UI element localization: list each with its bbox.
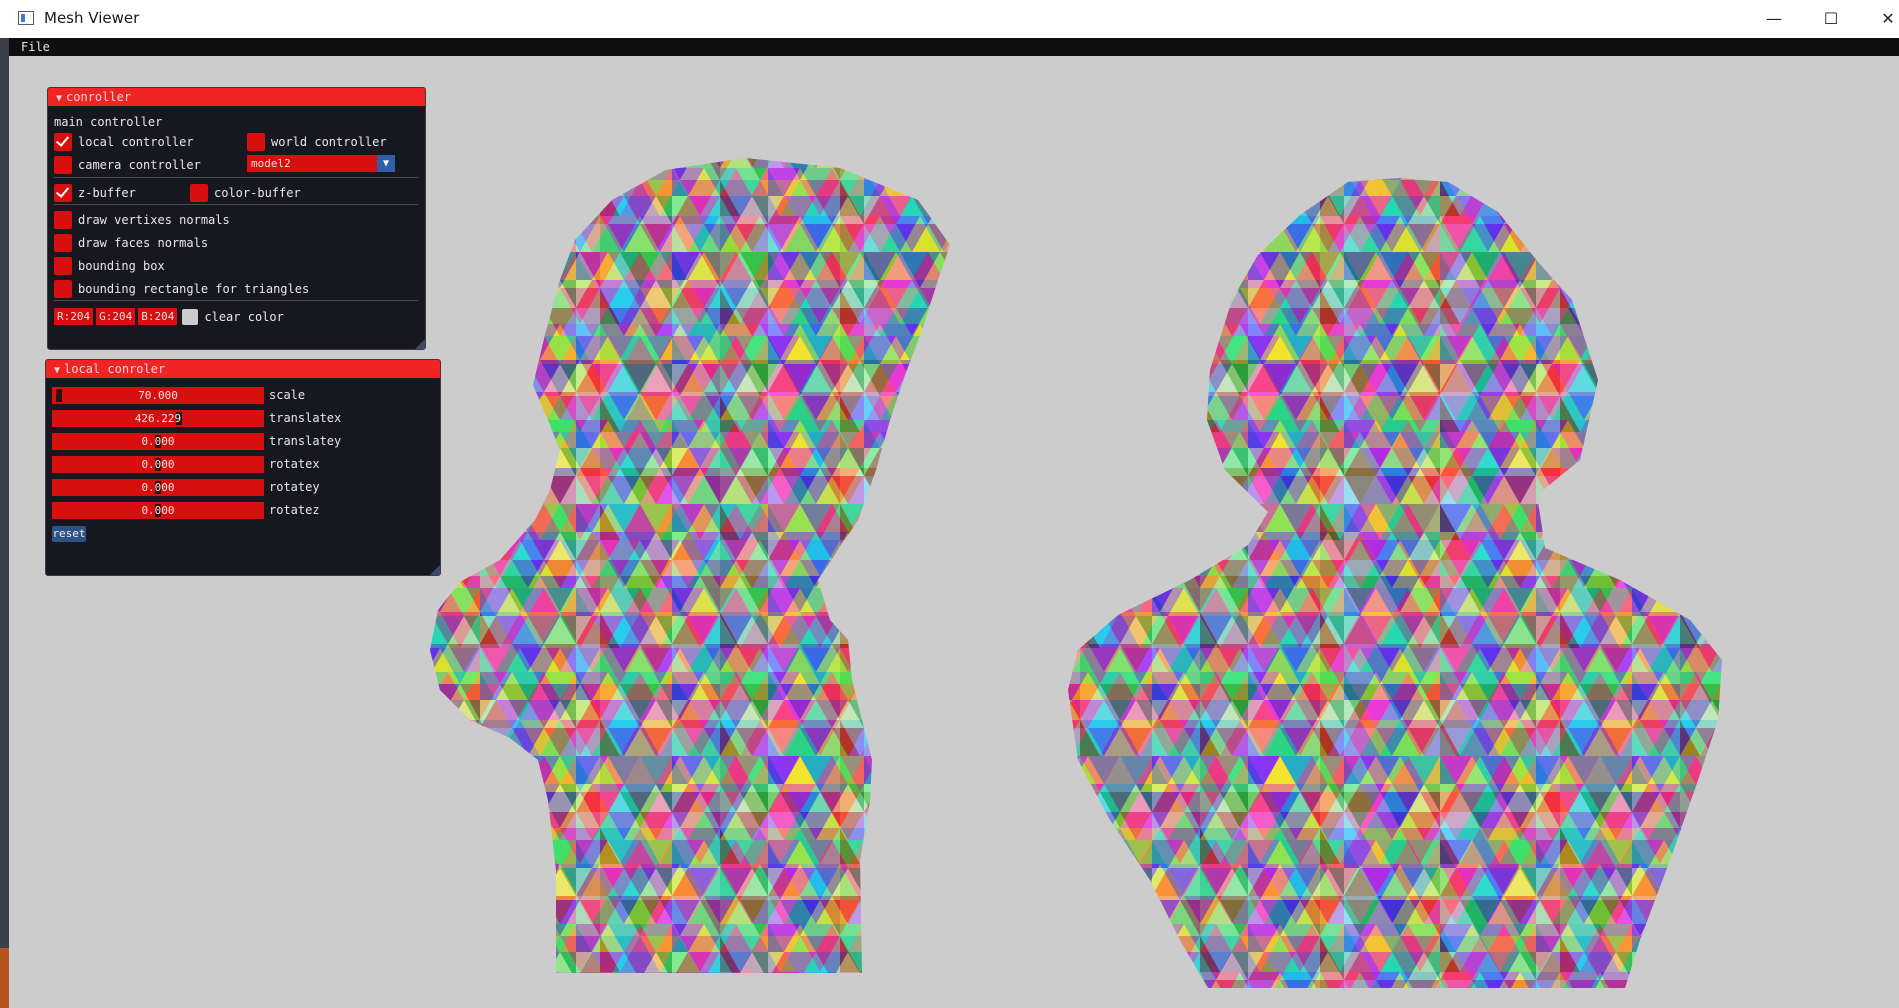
local-controller-checkbox[interactable] (54, 132, 72, 151)
model-select-value: model2 (251, 157, 291, 170)
reset-button[interactable]: reset (52, 526, 86, 542)
draw-vertex-normals-label: draw vertixes normals (78, 212, 230, 227)
bounding-box-option[interactable]: bounding box (54, 255, 165, 275)
local-controller-label: local controller (78, 134, 194, 149)
camera-controller-option[interactable]: camera controller (54, 154, 201, 174)
draw-face-normals-label: draw faces normals (78, 235, 209, 250)
color-buffer-checkbox[interactable] (190, 183, 208, 202)
resize-grip-icon[interactable] (415, 339, 425, 349)
clear-color-label: clear color (204, 309, 284, 324)
clear-color-g-field[interactable]: G:204 (96, 308, 136, 325)
rotatex-value: 0.000 (141, 458, 175, 471)
camera-controller-label: camera controller (78, 157, 201, 172)
separator (54, 204, 418, 205)
separator (54, 177, 418, 178)
rotatez-slider[interactable]: 0.000 (52, 502, 264, 519)
bounding-box-label: bounding box (78, 258, 165, 273)
world-controller-label: world controller (271, 134, 387, 149)
local-panel-title: local conroler (64, 362, 166, 376)
z-buffer-label: z-buffer (78, 185, 136, 200)
rotatex-slider[interactable]: 0.000 (52, 456, 264, 473)
translatey-slider[interactable]: 0.000 (52, 433, 264, 450)
controller-panel-title: conroller (66, 90, 132, 104)
local-controller-panel: ▼ local conroler 70.000 scale 426.229 tra… (45, 359, 441, 576)
scale-value: 70.000 (138, 389, 178, 402)
resize-grip-icon[interactable] (430, 565, 440, 575)
world-controller-option[interactable]: world controller (247, 131, 387, 151)
clear-color-b-field[interactable]: B:204 (138, 308, 178, 325)
collapse-arrow-icon[interactable]: ▼ (56, 93, 62, 104)
translatex-label: translatex (269, 411, 342, 425)
collapse-arrow-icon[interactable]: ▼ (54, 365, 60, 376)
color-buffer-option[interactable]: color-buffer (190, 182, 301, 202)
rotatex-label: rotatex (269, 457, 320, 471)
draw-face-normals-checkbox[interactable] (54, 233, 72, 252)
bounding-rect-label: bounding rectangle for triangles (78, 281, 310, 296)
local-controller-option[interactable]: local controller (54, 131, 194, 151)
rotatey-slider[interactable]: 0.000 (52, 479, 264, 496)
color-buffer-label: color-buffer (214, 185, 301, 200)
clear-color-swatch[interactable] (182, 308, 199, 325)
translatex-slider[interactable]: 426.229 (52, 410, 264, 427)
rotatey-value: 0.000 (141, 481, 175, 494)
model-select[interactable]: model2 ▼ (247, 155, 395, 172)
controller-panel: ▼ conroller main controller local control… (47, 87, 426, 350)
dropdown-arrow-icon[interactable]: ▼ (377, 155, 395, 172)
separator (54, 300, 418, 301)
side-view-mesh (430, 158, 950, 973)
bounding-rect-option[interactable]: bounding rectangle for triangles (54, 278, 309, 298)
z-buffer-checkbox[interactable] (54, 183, 72, 202)
scale-slider[interactable]: 70.000 (52, 387, 264, 404)
translatey-value: 0.000 (141, 435, 175, 448)
bounding-rect-checkbox[interactable] (54, 279, 72, 298)
rotatez-label: rotatez (269, 503, 320, 517)
translatey-label: translatey (269, 434, 342, 448)
front-view-mesh (1068, 178, 1722, 988)
scale-label: scale (269, 388, 306, 402)
world-controller-checkbox[interactable] (247, 132, 265, 151)
clear-color-r-field[interactable]: R:204 (54, 308, 94, 325)
bounding-box-checkbox[interactable] (54, 256, 72, 275)
camera-controller-checkbox[interactable] (54, 155, 72, 174)
controller-panel-header[interactable]: ▼ conroller (48, 88, 425, 106)
translatex-value: 426.229 (134, 412, 182, 425)
rotatez-value: 0.000 (141, 504, 175, 517)
z-buffer-option[interactable]: z-buffer (54, 182, 136, 202)
draw-face-normals-option[interactable]: draw faces normals (54, 232, 208, 252)
main-controller-label: main controller (54, 115, 163, 129)
rotatey-label: rotatey (269, 480, 320, 494)
local-panel-header[interactable]: ▼ local conroler (46, 360, 440, 378)
clear-color-row: R:204 G:204 B:204 clear color (54, 306, 284, 326)
draw-vertex-normals-option[interactable]: draw vertixes normals (54, 209, 230, 229)
draw-vertex-normals-checkbox[interactable] (54, 210, 72, 229)
